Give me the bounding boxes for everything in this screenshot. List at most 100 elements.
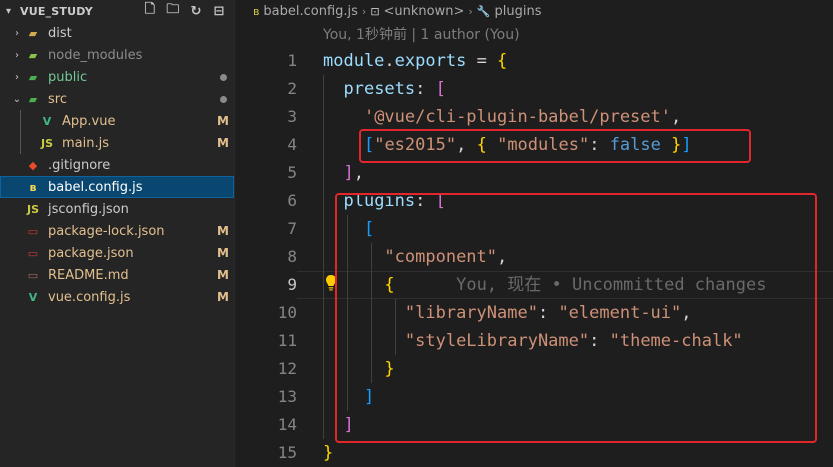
git-status-badge: M (217, 136, 229, 150)
readme-file-icon: ▭ (27, 268, 39, 282)
tree-item[interactable]: JS main.js M (0, 132, 234, 154)
tree-item[interactable]: Vvue.config.js M (0, 286, 234, 308)
code-line[interactable]: presets: [ (323, 75, 766, 103)
code-token: [ (435, 79, 446, 99)
tree-item[interactable]: ▭ package.json M (0, 242, 234, 264)
code-token: '@vue/cli-plugin-babel/preset' (363, 107, 671, 127)
npm-file-icon: ▭ (27, 246, 39, 260)
explorer-sidebar: ▾ VUE_STUDY 🗋 🗀 ↻ ⊟ › ▰ dist › ▰ node_modules › ▰ p… (0, 0, 235, 467)
folder-node-icon: ▰ (28, 48, 38, 62)
line-number[interactable]: 13 (235, 383, 297, 411)
tree-item-label: README.md (48, 267, 129, 283)
explorer-header[interactable]: ▾ VUE_STUDY 🗋 🗀 ↻ ⊟ (0, 0, 234, 22)
line-number[interactable]: 6 (235, 187, 297, 215)
line-number[interactable]: 11 (235, 327, 297, 355)
breadcrumb-file[interactable]: babel.config.js (263, 4, 358, 19)
code-token: presets (343, 79, 416, 99)
tree-item-label: public (48, 69, 88, 85)
js-file-icon: JS (40, 136, 53, 150)
git-status-badge: M (217, 224, 229, 238)
file-tree: › ▰ dist › ▰ node_modules › ▰ public ⌄ ▰ src V App.vu… (0, 22, 234, 308)
line-number[interactable]: 15 (235, 439, 297, 467)
code-token: , (671, 107, 682, 127)
vue-file-icon: V (28, 290, 38, 304)
tree-item[interactable]: › ▰ node_modules (0, 44, 234, 66)
tree-indent-guide (20, 132, 21, 154)
line-number[interactable]: 5 (235, 159, 297, 187)
code-editor[interactable]: ʙ babel.config.js › ⊡ <unknown> › 🔧 plug… (235, 0, 833, 467)
workspace-title: VUE_STUDY (20, 4, 93, 18)
git-file-icon: ◆ (28, 158, 38, 172)
code-token: } (323, 443, 334, 463)
line-number[interactable]: 1 (235, 47, 297, 75)
chevron-right-icon[interactable]: › (10, 50, 24, 61)
git-status-badge: M (217, 268, 229, 282)
tree-item[interactable]: ʙ babel.config.js (0, 176, 234, 198)
folder-public-icon: ▰ (28, 70, 38, 84)
annotation-box-presets (359, 129, 751, 163)
code-line[interactable]: module.exports = { (323, 47, 766, 75)
tree-item[interactable]: V App.vue M (0, 110, 234, 132)
tree-item-label: main.js (62, 135, 109, 151)
tree-item[interactable]: ⌄ ▰ src (0, 88, 234, 110)
babel-file-icon: ʙ (253, 4, 260, 18)
git-status-dot (212, 73, 234, 81)
line-number[interactable]: 2 (235, 75, 297, 103)
chevron-right-icon[interactable]: › (10, 28, 24, 39)
tree-item[interactable]: › ▰ dist (0, 22, 234, 44)
line-number[interactable]: 14 (235, 411, 297, 439)
code-token: = (466, 51, 498, 71)
vue-file-icon: V (42, 114, 52, 128)
tree-item[interactable]: ◆ .gitignore (0, 154, 234, 176)
tree-item-label: .gitignore (48, 157, 111, 173)
line-number[interactable]: 7 (235, 215, 297, 243)
symbol-namespace-icon: ⊡ (370, 4, 380, 18)
new-folder-icon[interactable]: 🗀 (164, 2, 182, 20)
status-dot-icon (219, 95, 227, 103)
tree-item[interactable]: ▭ README.md M (0, 264, 234, 286)
breadcrumb-symbol[interactable]: <unknown> (384, 4, 465, 19)
wrench-icon: 🔧 (476, 4, 491, 18)
new-file-icon[interactable]: 🗋 (141, 2, 159, 20)
chevron-right-icon: › (361, 4, 367, 18)
git-status-badge: M (217, 290, 229, 304)
line-number[interactable]: 4 (235, 131, 297, 159)
line-number[interactable]: 8 (235, 243, 297, 271)
chevron-down-icon[interactable]: ▾ (6, 6, 20, 17)
tree-item[interactable]: › ▰ public (0, 66, 234, 88)
status-dot-icon (219, 73, 227, 81)
refresh-icon[interactable]: ↻ (187, 2, 205, 20)
git-blame-codelens[interactable]: You, 1秒钟前 | 1 author (You) (323, 24, 520, 44)
code-line[interactable]: ], (323, 159, 766, 187)
line-number[interactable]: 12 (235, 355, 297, 383)
js-file-icon: JS (26, 202, 39, 216)
tree-item[interactable]: JS jsconfig.json (0, 198, 234, 220)
chevron-down-icon[interactable]: ⌄ (10, 94, 24, 105)
code-token: exports (394, 51, 467, 71)
folder-dist-icon: ▰ (28, 26, 38, 40)
line-number[interactable]: 9 (235, 271, 297, 299)
git-status-badge: M (217, 246, 229, 260)
line-number[interactable]: 3 (235, 103, 297, 131)
chevron-right-icon[interactable]: › (10, 72, 24, 83)
breadcrumb: ʙ babel.config.js › ⊡ <unknown> › 🔧 plug… (235, 0, 833, 22)
tree-item-label: App.vue (62, 113, 116, 129)
tree-indent-guide (20, 110, 21, 132)
collapse-all-icon[interactable]: ⊟ (210, 2, 228, 20)
code-line[interactable]: '@vue/cli-plugin-babel/preset', (323, 103, 766, 131)
tree-item-label: src (48, 91, 67, 107)
code-line[interactable]: } (323, 439, 766, 467)
breadcrumb-property[interactable]: plugins (495, 4, 542, 19)
npm-file-icon: ▭ (27, 224, 39, 238)
tree-item[interactable]: ▭ package-lock.json M (0, 220, 234, 242)
folder-src-icon: ▰ (28, 92, 38, 106)
code-token: : (415, 79, 436, 99)
line-number[interactable]: 10 (235, 299, 297, 327)
line-numbers-gutter[interactable]: 1 2 3 4 5 6 7 8 9 10 11 12 13 14 15 (235, 47, 297, 467)
tree-item-label: jsconfig.json (48, 201, 129, 217)
tree-item-label: package-lock.json (48, 223, 165, 239)
